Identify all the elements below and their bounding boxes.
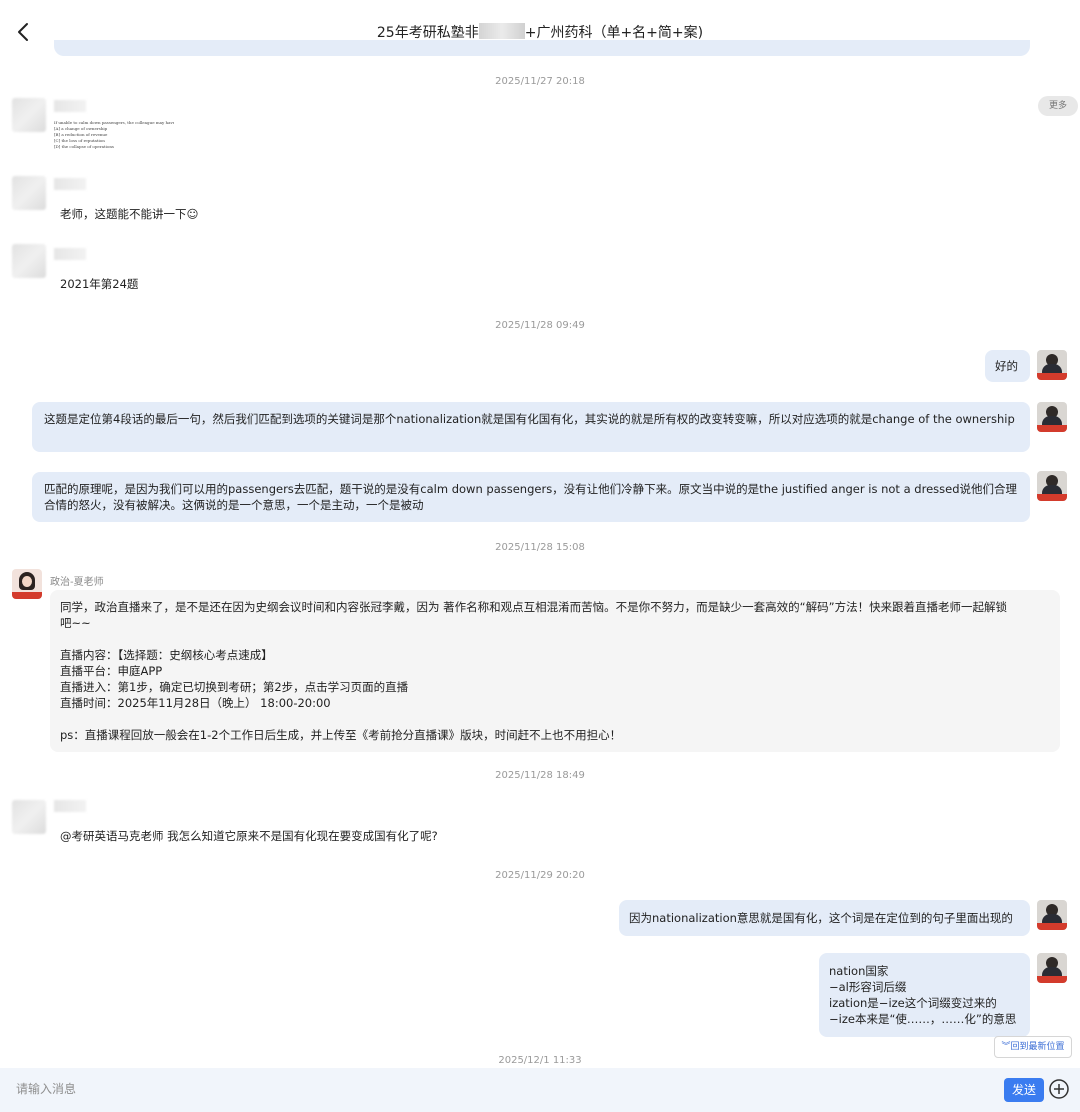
message-bubble: 匹配的原理呢，是因为我们可以用的passengers去匹配，题干说的是没有cal… bbox=[32, 472, 1030, 522]
message-line: nation国家 bbox=[829, 964, 889, 978]
notice-line: 直播内容：【选择题：史纲核心考点速成】 bbox=[60, 648, 273, 662]
teacher-avatar[interactable] bbox=[1037, 471, 1067, 501]
notice-line: 直播时间：2025年11月28日（晚上） 18:00-20:00 bbox=[60, 696, 331, 710]
timestamp: 2025/11/28 09:49 bbox=[495, 320, 585, 331]
message-bubble: 这题是定位第4段话的最后一句，然后我们匹配到选项的关键词是那个nationali… bbox=[32, 402, 1030, 452]
chat-title: 25年考研私塾非 +广州药科（单+名+简+案) bbox=[0, 22, 1080, 42]
scroll-to-latest-label: 回到最新位置 bbox=[1010, 1042, 1065, 1052]
avatar[interactable] bbox=[12, 800, 46, 834]
sender-name-redacted bbox=[54, 178, 86, 190]
sender-name-redacted bbox=[54, 800, 86, 812]
sender-name-redacted bbox=[54, 100, 86, 112]
redacted-mask bbox=[478, 23, 525, 39]
message-text: 2021年第24题 bbox=[60, 277, 139, 291]
double-chevron-down-icon: ︾ bbox=[1001, 1042, 1011, 1052]
input-bar: 发送 bbox=[0, 1068, 1080, 1112]
message-line: −ize本来是“使……，……化”的意思 bbox=[829, 1012, 1017, 1026]
message-bubble: 好的 bbox=[985, 350, 1030, 382]
message-line: −al形容词后缀 bbox=[829, 980, 907, 994]
chat-title-start: 25年考研私塾非 bbox=[376, 25, 479, 41]
timestamp: 2025/11/27 20:18 bbox=[495, 76, 585, 87]
notice-line: ps：直播课程回放一般会在1-2个工作日后生成，并上传至《考前抢分直播课》版块，… bbox=[60, 728, 622, 742]
add-icon[interactable] bbox=[1048, 1078, 1070, 1100]
message-text: 老师，这题能不能讲一下☺ bbox=[60, 207, 199, 221]
timestamp: 2025/11/28 18:49 bbox=[495, 770, 585, 781]
send-button[interactable]: 发送 bbox=[1004, 1078, 1044, 1102]
message-bubble: 因为nationalization意思就是国有化，这个词是在定位到的句子里面出现… bbox=[619, 900, 1030, 936]
teacher-avatar[interactable] bbox=[1037, 350, 1067, 380]
sender-name-redacted bbox=[54, 248, 86, 260]
image-message[interactable]: If unable to calm down passengers, the c… bbox=[54, 120, 174, 160]
teacher-avatar[interactable] bbox=[1037, 953, 1067, 983]
teacher-avatar[interactable] bbox=[1037, 402, 1067, 432]
message-input[interactable] bbox=[8, 1074, 988, 1104]
timestamp: 2025/12/1 11:33 bbox=[498, 1055, 582, 1066]
timestamp: 2025/11/29 20:20 bbox=[495, 870, 585, 881]
message-text: @考研英语马克老师 我怎么知道它原来不是国有化现在要变成国有化了呢? bbox=[60, 829, 438, 843]
avatar[interactable] bbox=[12, 176, 46, 210]
more-button[interactable]: 更多 bbox=[1038, 96, 1078, 116]
avatar[interactable] bbox=[12, 98, 46, 132]
chat-title-end: +广州药科（单+名+简+案) bbox=[524, 25, 704, 41]
notice-message: 同学，政治直播来了，是不是还在因为史纲会议时间和内容张冠李戴，因为 著作名称和观… bbox=[50, 590, 1060, 752]
notice-line: 吧~~ bbox=[60, 616, 91, 630]
message-bubble: nation国家 −al形容词后缀 ization是−ize这个词缀变过来的 −… bbox=[819, 953, 1030, 1037]
avatar[interactable] bbox=[12, 244, 46, 278]
chat-header: 25年考研私塾非 +广州药科（单+名+简+案) bbox=[0, 0, 1080, 64]
notice-line: 直播进入：第1步，确定已切换到考研；第2步，点击学习页面的直播 bbox=[60, 680, 409, 694]
snippet-line: [D] the collapse of operations bbox=[54, 144, 114, 149]
sender-name: 政治-夏老师 bbox=[50, 577, 104, 588]
message-line: ization是−ize这个词缀变过来的 bbox=[829, 996, 997, 1010]
timestamp: 2025/11/28 15:08 bbox=[495, 542, 585, 553]
teacher-avatar[interactable] bbox=[1037, 900, 1067, 930]
notice-line: 同学，政治直播来了，是不是还在因为史纲会议时间和内容张冠李戴，因为 著作名称和观… bbox=[60, 600, 1008, 614]
teacher-avatar[interactable] bbox=[12, 569, 42, 599]
notice-line: 直播平台：申庭APP bbox=[60, 664, 163, 678]
previous-message-bubble bbox=[54, 40, 1030, 56]
